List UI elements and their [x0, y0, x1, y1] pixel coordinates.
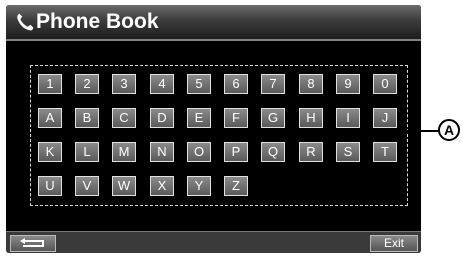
key-w[interactable]: W	[112, 176, 136, 196]
key-f[interactable]: F	[224, 108, 248, 128]
key-a[interactable]: A	[38, 108, 62, 128]
key-d[interactable]: D	[150, 108, 174, 128]
back-button[interactable]	[10, 235, 56, 252]
key-j[interactable]: J	[373, 108, 397, 128]
key-y[interactable]: Y	[187, 176, 211, 196]
key-g[interactable]: G	[261, 108, 285, 128]
phone-book-screen: Phone Book 1 2 3 4 5 6 7 8 9 0 A B C D E…	[6, 5, 421, 253]
key-2[interactable]: 2	[75, 74, 99, 94]
key-q[interactable]: Q	[261, 142, 285, 162]
key-k[interactable]: K	[38, 142, 62, 162]
key-9[interactable]: 9	[336, 74, 360, 94]
key-0[interactable]: 0	[373, 74, 397, 94]
callout-label: A	[438, 119, 460, 141]
key-1[interactable]: 1	[38, 74, 62, 94]
key-7[interactable]: 7	[261, 74, 285, 94]
key-u[interactable]: U	[38, 176, 62, 196]
key-i[interactable]: I	[336, 108, 360, 128]
key-o[interactable]: O	[187, 142, 211, 162]
key-z[interactable]: Z	[224, 176, 248, 196]
key-5[interactable]: 5	[187, 74, 211, 94]
return-icon	[20, 238, 44, 247]
phone-icon	[17, 13, 34, 31]
key-4[interactable]: 4	[150, 74, 174, 94]
key-b[interactable]: B	[75, 108, 99, 128]
key-n[interactable]: N	[150, 142, 174, 162]
key-x[interactable]: X	[150, 176, 174, 196]
key-t[interactable]: T	[373, 142, 397, 162]
key-p[interactable]: P	[224, 142, 248, 162]
exit-button[interactable]: Exit	[370, 235, 418, 252]
page-title: Phone Book	[36, 10, 159, 33]
key-r[interactable]: R	[299, 142, 323, 162]
key-l[interactable]: L	[75, 142, 99, 162]
title-bar: Phone Book	[6, 5, 421, 41]
key-h[interactable]: H	[299, 108, 323, 128]
callout-line	[404, 130, 440, 132]
key-c[interactable]: C	[112, 108, 136, 128]
key-m[interactable]: M	[112, 142, 136, 162]
key-3[interactable]: 3	[112, 74, 136, 94]
key-6[interactable]: 6	[224, 74, 248, 94]
key-s[interactable]: S	[336, 142, 360, 162]
key-v[interactable]: V	[75, 176, 99, 196]
key-e[interactable]: E	[187, 108, 211, 128]
key-8[interactable]: 8	[299, 74, 323, 94]
bottom-bar: Exit	[6, 231, 421, 253]
